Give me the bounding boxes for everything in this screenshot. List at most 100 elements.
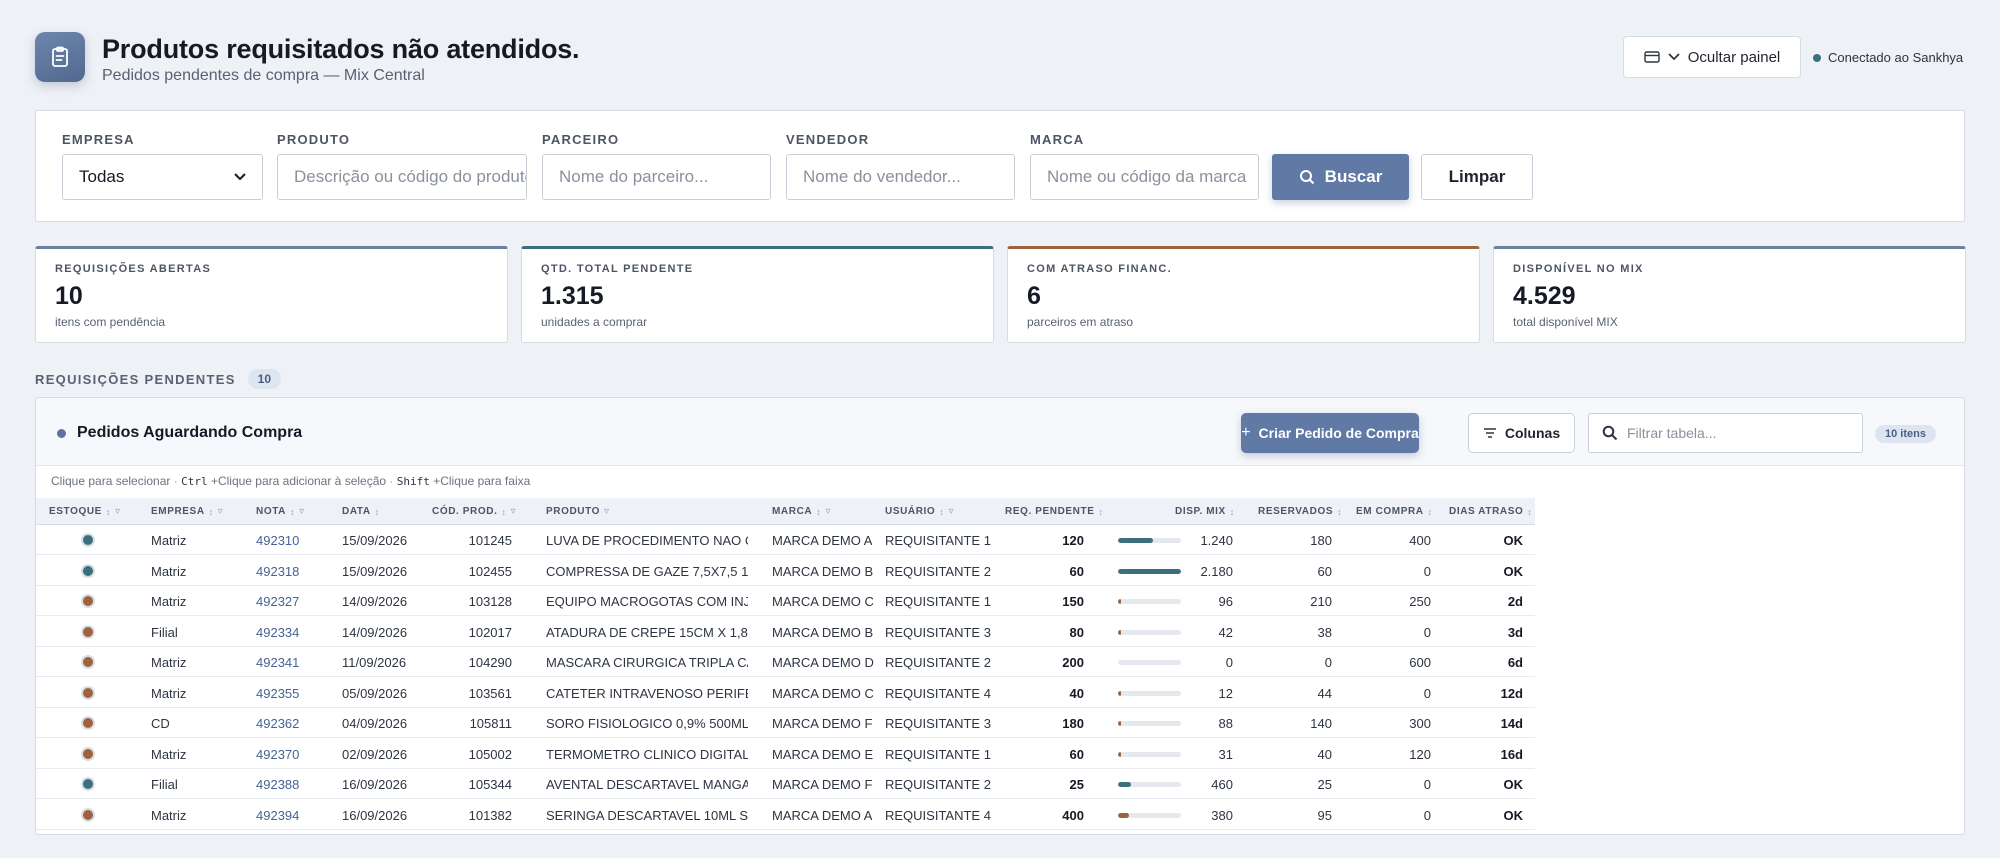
- mix-cell: 42: [1218, 624, 1233, 640]
- product-cell: MASCARA CIRURGICA TRIPLA CA...: [546, 655, 748, 670]
- nota-link[interactable]: 492388: [256, 777, 299, 792]
- column-header[interactable]: DATA ↕: [342, 506, 380, 517]
- nota-link[interactable]: 492355: [256, 686, 299, 701]
- column-header[interactable]: PRODUTO ▿: [546, 506, 610, 517]
- stat-card-label: DISPONÍVEL NO MIX: [1513, 263, 1644, 275]
- stock-status-dot: [81, 594, 95, 608]
- filter-icon[interactable]: ▿: [825, 506, 831, 517]
- table-row[interactable]: Matriz 492355 05/09/2026 103561 CATETER INTR…: [36, 678, 1535, 708]
- column-header[interactable]: ESTOQUE ↕ ▿: [49, 506, 121, 517]
- mix-availability-fill: [1118, 629, 1121, 635]
- sort-icon[interactable]: ↕: [1428, 507, 1433, 517]
- nota-link[interactable]: 492370: [256, 747, 299, 762]
- table-row[interactable]: Matriz 492318 15/09/2026 102455 COMPRESSA DE…: [36, 556, 1535, 586]
- table-row[interactable]: Filial 492388 16/09/2026 105344 AVENTAL DESC…: [36, 769, 1535, 799]
- column-header[interactable]: DISP. MIX ↕: [1175, 506, 1235, 517]
- filter-icon[interactable]: ▿: [218, 506, 224, 517]
- nota-link[interactable]: 492318: [256, 564, 299, 579]
- nota-link[interactable]: 492394: [256, 808, 299, 823]
- marca-input[interactable]: Nome ou código da marca: [1030, 154, 1259, 200]
- nota-link[interactable]: 492310: [256, 533, 299, 548]
- mix-availability-bar: [1118, 538, 1181, 543]
- page-title: Produtos requisitados não atendidos.: [102, 34, 580, 64]
- create-purchase-order-button[interactable]: + Criar Pedido de Compra: [1241, 413, 1419, 453]
- user-cell: REQUISITANTE 1: [885, 533, 991, 548]
- filter-icon[interactable]: ▿: [511, 506, 517, 517]
- table-row[interactable]: Matriz 492394 16/09/2026 101382 SERINGA DESC…: [36, 800, 1535, 830]
- sort-icon[interactable]: ↕: [209, 507, 214, 517]
- mix-availability-bar: [1118, 660, 1181, 665]
- column-header[interactable]: RESERVADOS ↕: [1258, 506, 1342, 517]
- req-pending-cell: 40: [1069, 685, 1084, 701]
- sort-icon[interactable]: ↕: [106, 507, 111, 517]
- column-header[interactable]: CÓD. PROD. ↕ ▿: [432, 506, 516, 517]
- product-cell: AVENTAL DESCARTAVEL MANGA ...: [546, 777, 748, 792]
- reserved-cell: 38: [1317, 624, 1332, 640]
- column-header-label: USUÁRIO: [885, 506, 936, 517]
- product-cell: SORO FISIOLOGICO 0,9% 500ML ...: [546, 716, 748, 731]
- parceiro-input[interactable]: Nome do parceiro...: [542, 154, 771, 200]
- nota-link[interactable]: 492334: [256, 625, 299, 640]
- column-header[interactable]: NOTA ↕ ▿: [256, 506, 305, 517]
- sort-icon[interactable]: ↕: [501, 507, 506, 517]
- clear-button[interactable]: Limpar: [1421, 154, 1533, 200]
- sort-icon[interactable]: ↕: [939, 507, 944, 517]
- filter-icon[interactable]: ▿: [115, 506, 121, 517]
- table-row[interactable]: Matriz 492341 11/09/2026 104290 MASCARA CIRU…: [36, 647, 1535, 677]
- selection-hint: Clique para selecionar · Ctrl +Clique pa…: [51, 474, 531, 488]
- table-filter-input[interactable]: Filtrar tabela...: [1588, 413, 1863, 453]
- product-code-cell: 105344: [468, 777, 512, 792]
- column-header-label: MARCA: [772, 506, 813, 517]
- filter-icon[interactable]: ▿: [948, 506, 954, 517]
- filter-icon[interactable]: ▿: [604, 506, 610, 517]
- sort-icon[interactable]: ↕: [1337, 507, 1342, 517]
- nota-link[interactable]: 492327: [256, 594, 299, 609]
- sort-icon[interactable]: ↕: [816, 507, 821, 517]
- search-icon: [1602, 425, 1618, 441]
- product-cell: COMPRESSA DE GAZE 7,5X7,5 13 ...: [546, 563, 748, 579]
- vendedor-input[interactable]: Nome do vendedor...: [786, 154, 1015, 200]
- table-row[interactable]: Matriz 492327 14/09/2026 103128 EQUIPO MACRO…: [36, 586, 1535, 616]
- reserved-cell: 0: [1324, 655, 1332, 670]
- table-row[interactable]: Matriz 492310 15/09/2026 101245 LUVA DE PROC…: [36, 525, 1535, 555]
- column-header[interactable]: EMPRESA ↕ ▿: [151, 506, 223, 517]
- table-row[interactable]: Filial 492334 14/09/2026 102017 ATADURA DE C…: [36, 617, 1535, 647]
- mix-cell: 0: [1225, 655, 1233, 670]
- table-row[interactable]: Matriz 492370 02/09/2026 105002 TERMOMETRO C…: [36, 739, 1535, 769]
- date-cell: 11/09/2026: [342, 655, 407, 670]
- columns-button[interactable]: Colunas: [1468, 413, 1575, 453]
- stat-card-caption: parceiros em atraso: [1027, 315, 1134, 329]
- search-button[interactable]: Buscar: [1272, 154, 1409, 200]
- date-cell: 04/09/2026: [342, 716, 408, 731]
- mix-cell: 88: [1218, 716, 1233, 731]
- hint-range: +Clique para faixa: [433, 474, 531, 488]
- connection-label: Conectado ao Sankhya: [1828, 50, 1964, 65]
- product-code-cell: 105811: [469, 716, 512, 731]
- mix-availability-fill: [1118, 721, 1121, 726]
- column-header[interactable]: USUÁRIO ↕ ▿: [885, 506, 954, 517]
- sort-icon[interactable]: ↕: [375, 507, 380, 517]
- column-header[interactable]: EM COMPRA ↕: [1356, 506, 1433, 517]
- sort-icon[interactable]: ↕: [290, 507, 295, 517]
- brand-cell: MARCA DEMO B: [772, 624, 874, 640]
- nota-link[interactable]: 492362: [256, 716, 299, 731]
- date-cell: 16/09/2026: [342, 807, 408, 823]
- nota-link[interactable]: 492341: [256, 655, 299, 670]
- hide-panel-button[interactable]: Ocultar painel: [1623, 36, 1801, 78]
- sort-icon[interactable]: ↕: [1098, 507, 1103, 517]
- search-label: Buscar: [1324, 167, 1383, 186]
- column-header[interactable]: REQ. PENDENTE ↕: [1005, 506, 1104, 517]
- empresa-select[interactable]: Todas: [62, 154, 263, 200]
- empresa-value: Todas: [79, 167, 125, 186]
- produto-input[interactable]: Descrição ou código do produto...: [277, 154, 527, 200]
- user-cell: REQUISITANTE 2: [885, 777, 991, 792]
- sort-icon[interactable]: ↕: [1230, 507, 1235, 517]
- columns-label: Colunas: [1504, 425, 1561, 441]
- column-header[interactable]: MARCA ↕ ▿: [772, 506, 831, 517]
- days-late-cell: 2d: [1507, 594, 1523, 609]
- table-row[interactable]: CD 492362 04/09/2026 105811 SORO FISIOLOGICO…: [36, 708, 1535, 738]
- column-header[interactable]: DIAS ATRASO ↕: [1449, 506, 1533, 517]
- sort-icon[interactable]: ↕: [1527, 507, 1532, 517]
- filter-icon[interactable]: ▿: [299, 506, 305, 517]
- empresa-cell: Matriz: [151, 594, 187, 609]
